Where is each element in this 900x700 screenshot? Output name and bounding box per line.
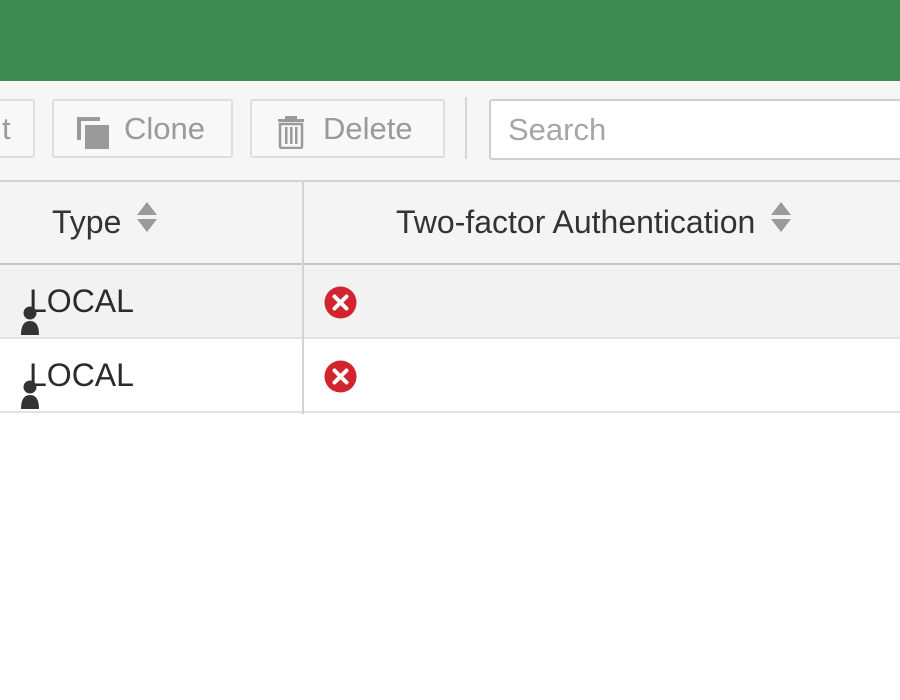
x-circle-icon [324, 286, 357, 324]
user-icon [21, 363, 41, 435]
table-row[interactable]: LOCAL [0, 339, 900, 413]
x-circle-icon [324, 360, 357, 398]
delete-button[interactable]: Delete [250, 99, 445, 158]
toolbar: t Clone Delete [0, 81, 900, 180]
type-cell: LOCAL [21, 265, 134, 337]
table-row[interactable]: LOCAL [0, 265, 900, 339]
column-divider [302, 180, 304, 414]
table-header: Type Two-factor Authentication [0, 180, 900, 265]
edit-button[interactable]: t [0, 99, 35, 158]
column-header-two-factor[interactable]: Two-factor Authentication [396, 182, 792, 263]
clone-icon [76, 112, 110, 156]
clone-button[interactable]: Clone [52, 99, 233, 158]
sort-icon[interactable] [770, 182, 792, 263]
type-cell: LOCAL [21, 339, 134, 411]
type-value: LOCAL [29, 357, 134, 393]
trash-icon [276, 111, 306, 156]
toolbar-divider [465, 97, 467, 159]
column-header-type-label: Type [52, 204, 122, 240]
edit-button-label: t [2, 111, 11, 146]
search-input[interactable] [489, 99, 900, 160]
top-header-bar [0, 0, 900, 81]
type-value: LOCAL [29, 283, 134, 319]
delete-button-label: Delete [323, 111, 413, 146]
clone-button-label: Clone [124, 111, 205, 146]
column-header-two-factor-label: Two-factor Authentication [396, 204, 756, 240]
sort-icon[interactable] [136, 182, 158, 263]
column-header-type[interactable]: Type [52, 182, 158, 263]
